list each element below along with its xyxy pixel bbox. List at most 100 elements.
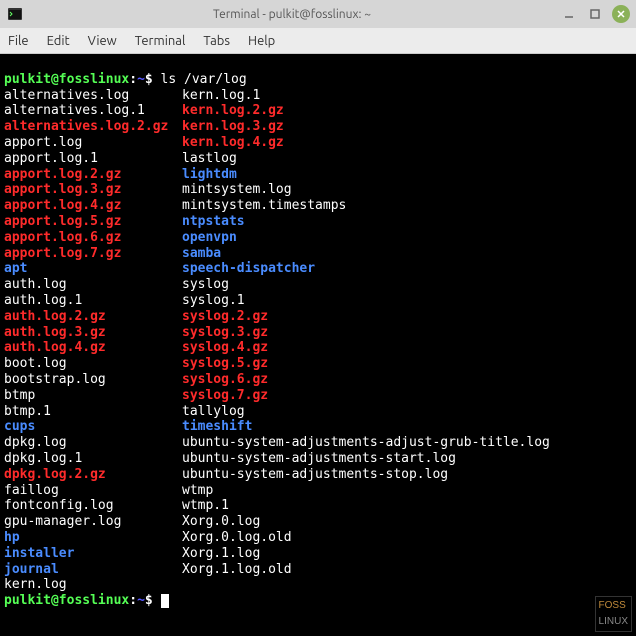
file-entry: samba — [182, 246, 632, 262]
file-entry: syslog.3.gz — [182, 325, 632, 341]
menu-tabs[interactable]: Tabs — [203, 34, 230, 48]
file-entry: Xorg.1.log.old — [182, 562, 632, 578]
listing-row: auth.log.1syslog.1 — [4, 293, 632, 309]
watermark-line2: LINUX — [599, 616, 628, 627]
file-entry: apport.log.2.gz — [4, 167, 182, 183]
file-entry: hp — [4, 530, 182, 546]
file-entry: mintsystem.timestamps — [182, 198, 632, 214]
listing-row: dpkg.log.2.gzubuntu-system-adjustments-s… — [4, 467, 632, 483]
file-entry: apport.log.7.gz — [4, 246, 182, 262]
file-entry: Xorg.0.log — [182, 514, 632, 530]
file-entry: cups — [4, 419, 182, 435]
file-entry: mintsystem.log — [182, 182, 632, 198]
minimize-button[interactable] — [560, 5, 578, 23]
prompt-user-host: pulkit@fosslinux — [4, 72, 129, 87]
file-entry: speech-dispatcher — [182, 261, 632, 277]
listing-row: bootstrap.logsyslog.6.gz — [4, 372, 632, 388]
file-entry: ntpstats — [182, 214, 632, 230]
listing-row: faillogwtmp — [4, 483, 632, 499]
listing-row: apport.log.6.gzopenvpn — [4, 230, 632, 246]
file-entry: syslog.1 — [182, 293, 632, 309]
file-entry: Xorg.1.log — [182, 546, 632, 562]
prompt-user-host: pulkit@fosslinux — [4, 593, 129, 608]
menu-terminal[interactable]: Terminal — [135, 34, 186, 48]
file-entry: dpkg.log.2.gz — [4, 467, 182, 483]
file-entry: lightdm — [182, 167, 632, 183]
file-entry: apport.log.3.gz — [4, 182, 182, 198]
file-entry: wtmp — [182, 483, 632, 499]
menu-help[interactable]: Help — [248, 34, 275, 48]
listing-row: gpu-manager.logXorg.0.log — [4, 514, 632, 530]
file-entry: kern.log.1 — [182, 88, 632, 104]
cursor — [161, 594, 169, 608]
file-entry: auth.log.4.gz — [4, 340, 182, 356]
file-entry: auth.log — [4, 277, 182, 293]
prompt-separator: : — [129, 72, 137, 87]
file-entry: alternatives.log.1 — [4, 103, 182, 119]
file-entry: kern.log.3.gz — [182, 119, 632, 135]
file-entry: apport.log.6.gz — [4, 230, 182, 246]
file-entry: boot.log — [4, 356, 182, 372]
titlebar-controls — [560, 5, 630, 23]
file-entry: apport.log.1 — [4, 151, 182, 167]
file-entry: dpkg.log — [4, 435, 182, 451]
listing-row: cupstimeshift — [4, 419, 632, 435]
titlebar[interactable]: Terminal - pulkit@fosslinux: ~ — [0, 0, 636, 28]
file-entry: auth.log.3.gz — [4, 325, 182, 341]
file-entry: btmp — [4, 388, 182, 404]
file-entry: syslog.4.gz — [182, 340, 632, 356]
menu-edit[interactable]: Edit — [47, 34, 70, 48]
file-entry: syslog.6.gz — [182, 372, 632, 388]
listing-row: apport.log.2.gzlightdm — [4, 167, 632, 183]
file-entry: fontconfig.log — [4, 498, 182, 514]
listing-row: boot.logsyslog.5.gz — [4, 356, 632, 372]
file-entry: auth.log.1 — [4, 293, 182, 309]
listing-row: auth.logsyslog — [4, 277, 632, 293]
terminal-content[interactable]: pulkit@fosslinux:~$ ls /var/log alternat… — [0, 54, 636, 636]
prompt-suffix: $ — [145, 593, 161, 608]
file-entry: installer — [4, 546, 182, 562]
file-entry: lastlog — [182, 151, 632, 167]
menu-view[interactable]: View — [88, 34, 117, 48]
file-entry: apt — [4, 261, 182, 277]
file-entry: gpu-manager.log — [4, 514, 182, 530]
file-entry: bootstrap.log — [4, 372, 182, 388]
menubar: File Edit View Terminal Tabs Help — [0, 28, 636, 54]
listing-row: aptspeech-dispatcher — [4, 261, 632, 277]
listing-row: hpXorg.0.log.old — [4, 530, 632, 546]
listing-row: alternatives.log.2.gzkern.log.3.gz — [4, 119, 632, 135]
prompt-separator: : — [129, 593, 137, 608]
maximize-button[interactable] — [586, 5, 604, 23]
close-button[interactable] — [612, 5, 630, 23]
listing-row: installerXorg.1.log — [4, 546, 632, 562]
file-entry: dpkg.log.1 — [4, 451, 182, 467]
file-entry: alternatives.log — [4, 88, 182, 104]
file-entry: apport.log.5.gz — [4, 214, 182, 230]
file-entry: kern.log — [4, 577, 182, 593]
listing-row: auth.log.4.gzsyslog.4.gz — [4, 340, 632, 356]
file-entry: btmp.1 — [4, 404, 182, 420]
terminal-icon — [6, 5, 24, 23]
prompt-path: ~ — [137, 72, 145, 87]
listing-row: apport.log.3.gzmintsystem.log — [4, 182, 632, 198]
file-entry: syslog.7.gz — [182, 388, 632, 404]
file-entry: syslog.2.gz — [182, 309, 632, 325]
listing-row: btmpsyslog.7.gz — [4, 388, 632, 404]
listing-row: auth.log.3.gzsyslog.3.gz — [4, 325, 632, 341]
listing-row: journalXorg.1.log.old — [4, 562, 632, 578]
file-listing: alternatives.logkern.log.1alternatives.l… — [4, 88, 632, 594]
watermark-line1: FOSS — [599, 600, 626, 611]
listing-row: alternatives.log.1kern.log.2.gz — [4, 103, 632, 119]
listing-row: apport.log.4.gzmintsystem.timestamps — [4, 198, 632, 214]
file-entry: tallylog — [182, 404, 632, 420]
file-entry: timeshift — [182, 419, 632, 435]
terminal-window: Terminal - pulkit@fosslinux: ~ File Edit… — [0, 0, 636, 636]
listing-row: dpkg.log.1ubuntu-system-adjustments-star… — [4, 451, 632, 467]
listing-row: btmp.1tallylog — [4, 404, 632, 420]
file-entry: apport.log.4.gz — [4, 198, 182, 214]
listing-row: auth.log.2.gzsyslog.2.gz — [4, 309, 632, 325]
file-entry: ubuntu-system-adjustments-adjust-grub-ti… — [182, 435, 632, 451]
listing-row: apport.log.7.gzsamba — [4, 246, 632, 262]
file-entry: Xorg.0.log.old — [182, 530, 632, 546]
menu-file[interactable]: File — [8, 34, 29, 48]
